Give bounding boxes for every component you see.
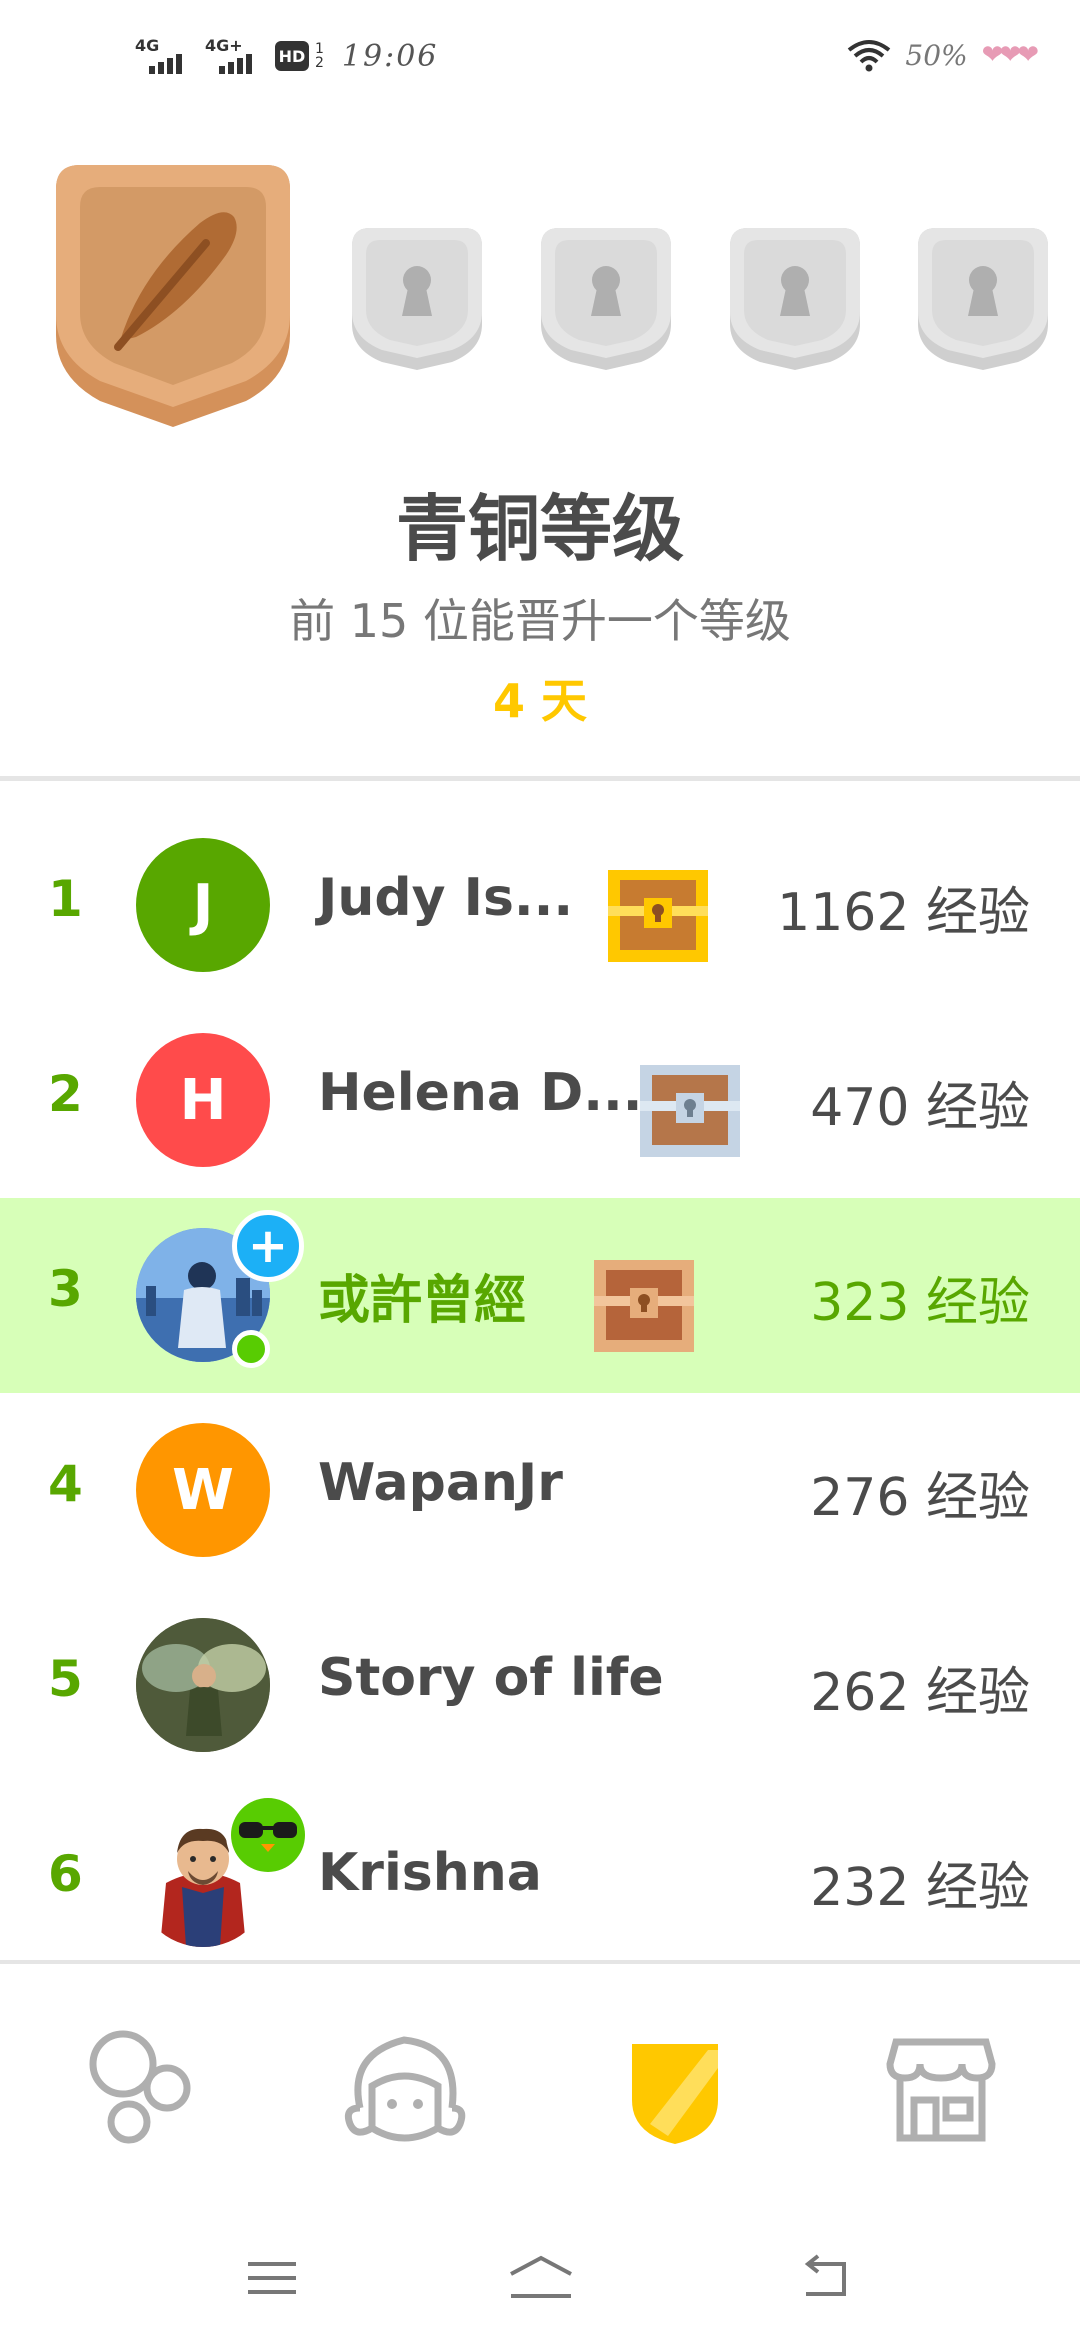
owl-sunglasses-badge-icon: [226, 1793, 310, 1877]
user-name: Judy Is...: [318, 868, 574, 928]
user-name: Krishna: [318, 1843, 542, 1903]
rank-number: 6: [48, 1845, 83, 1903]
rank-number: 5: [48, 1650, 83, 1708]
shield-icon[interactable]: [610, 2024, 740, 2154]
xp-value: 1162 经验: [777, 883, 1030, 943]
user-name: 或許曾經: [318, 1271, 527, 1331]
rank-number: 1: [48, 870, 83, 928]
signal-icon: 4G+: [205, 36, 261, 76]
xp-value: 232 经验: [810, 1858, 1030, 1918]
user-name: Story of life: [318, 1648, 664, 1708]
face-icon[interactable]: [340, 2024, 470, 2154]
bubbles-icon[interactable]: [75, 2024, 205, 2154]
menu-icon[interactable]: [242, 2252, 302, 2302]
photo-avatar-icon: [136, 1618, 270, 1752]
locked-badge-icon[interactable]: [541, 228, 671, 370]
hearts-icon: ❤❤❤: [981, 40, 1039, 70]
user-name: Helena D...: [318, 1063, 643, 1123]
rank-number: 2: [48, 1065, 83, 1123]
bronze-feather-badge-icon[interactable]: [56, 165, 290, 427]
locked-badge-icon[interactable]: [352, 228, 482, 370]
signal-icon: 4G: [135, 36, 191, 76]
back-icon[interactable]: [796, 2252, 856, 2302]
leaderboard-row[interactable]: 6 Krishna 232 经验: [0, 1783, 1080, 1953]
rank-number: 4: [48, 1455, 83, 1513]
gold-chest-icon: [608, 870, 708, 962]
sim-indicator: 12: [315, 41, 324, 71]
xp-value: 323 经验: [810, 1273, 1030, 1333]
leaderboard-row[interactable]: 5 Story of life 262 经验: [0, 1588, 1080, 1783]
home-icon[interactable]: [505, 2252, 577, 2302]
bronze-chest-icon: [594, 1260, 694, 1352]
avatar[interactable]: J: [136, 838, 270, 972]
network-type-label: 4G+: [205, 36, 243, 55]
avatar[interactable]: [136, 1618, 270, 1752]
status-bar: 4G 4G+ HD 12 19:06 50% ❤❤❤: [0, 0, 1080, 110]
xp-value: 276 经验: [810, 1468, 1030, 1528]
silver-chest-icon: [640, 1065, 740, 1157]
bottom-tab-bar: [0, 1960, 1080, 2200]
shop-icon[interactable]: [876, 2024, 1006, 2154]
days-remaining: 4 天: [492, 674, 588, 728]
avatar[interactable]: H: [136, 1033, 270, 1167]
system-navigation-bar: [0, 2200, 1080, 2340]
leaderboard-row[interactable]: 2 H Helena D... 470 经验: [0, 1003, 1080, 1198]
rank-number: 3: [48, 1260, 83, 1318]
league-badges: [0, 160, 1080, 440]
clock: 19:06: [341, 38, 439, 74]
leaderboard-row[interactable]: 4 W WapanJr 276 经验: [0, 1393, 1080, 1588]
wifi-icon: [848, 40, 891, 72]
leaderboard-row[interactable]: 1 J Judy Is... 1162 经验: [0, 808, 1080, 1003]
xp-value: 262 经验: [810, 1663, 1030, 1723]
battery-level: 50%: [905, 38, 968, 72]
league-title: 青铜等级: [395, 487, 684, 571]
plus-badge-icon: +: [232, 1210, 304, 1282]
divider: [0, 776, 1080, 781]
locked-badge-icon[interactable]: [918, 228, 1048, 370]
network-type-label: 4G: [135, 36, 160, 55]
hd-voice-icon: HD: [275, 41, 309, 71]
leaderboard-row-current-user[interactable]: 3 + 或許曾經 323 经验: [0, 1198, 1080, 1393]
league-subtitle: 前 15 位能晋升一个等级: [289, 594, 791, 648]
avatar[interactable]: W: [136, 1423, 270, 1557]
user-name: WapanJr: [318, 1453, 563, 1513]
online-status-icon: [232, 1330, 270, 1368]
locked-badge-icon[interactable]: [730, 228, 860, 370]
xp-value: 470 经验: [810, 1078, 1030, 1138]
